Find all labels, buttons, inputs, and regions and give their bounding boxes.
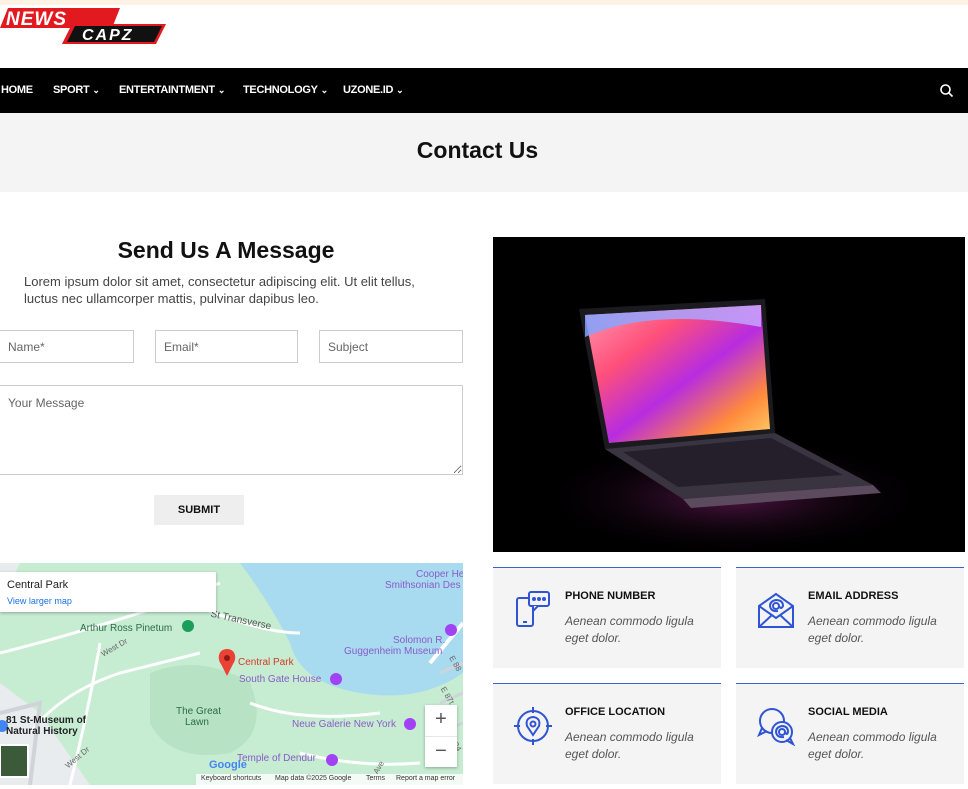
info-card-email: EMAIL ADDRESS Aenean commodo ligula eget…: [736, 567, 964, 668]
map-label: Temple of Dendur: [237, 753, 316, 764]
map-place-card: Central Park View larger map: [0, 572, 216, 612]
nav-label: HOME: [1, 84, 33, 96]
map-label: Cooper He: [416, 569, 463, 580]
email-envelope-icon: [756, 590, 796, 630]
email-field[interactable]: [155, 330, 298, 363]
card-text: Aenean commodo ligula eget dolor.: [565, 614, 694, 645]
map-label: Lawn: [185, 717, 209, 728]
nav-label: UZONE.ID: [343, 84, 394, 96]
page-title: Contact Us: [416, 137, 539, 163]
phone-chat-icon: [513, 590, 553, 630]
card-text: Aenean commodo ligula eget dolor.: [808, 730, 937, 761]
main-nav: HOME SPORT ⌄ ENTERTAINTMENT ⌄ TECHNOLOGY ⌄ …: [0, 68, 968, 113]
search-icon[interactable]: [938, 82, 956, 100]
map-data-text: Map data ©2025 Google: [275, 775, 352, 782]
nav-label: SPORT: [53, 84, 90, 96]
nav-item-technology[interactable]: TECHNOLOGY ⌄: [243, 68, 328, 113]
card-heading: EMAIL ADDRESS: [808, 590, 899, 602]
terms-link[interactable]: Terms: [366, 775, 385, 782]
nav-item-home[interactable]: HOME: [1, 68, 33, 113]
svg-text:NEWS: NEWS: [6, 9, 67, 30]
chevron-down-icon: ⌄: [320, 85, 329, 95]
form-title: Send Us A Message: [117, 237, 335, 263]
card-heading: PHONE NUMBER: [565, 590, 656, 602]
map-label: Smithsonian Des: [385, 580, 461, 591]
card-heading: OFFICE LOCATION: [565, 706, 666, 718]
card-text: Aenean commodo ligula eget dolor.: [808, 614, 937, 645]
laptop-photo: [493, 237, 965, 552]
map-label: Guggenheim Museum: [344, 646, 443, 657]
card-text: Aenean commodo ligula eget dolor.: [565, 730, 694, 761]
nav-item-uzone[interactable]: UZONE.ID ⌄: [343, 68, 404, 113]
message-field[interactable]: [0, 385, 463, 475]
svg-text:CAPZ: CAPZ: [82, 27, 134, 44]
map-label: South Gate House: [239, 674, 322, 685]
card-heading: SOCIAL MEDIA: [808, 706, 888, 718]
view-larger-map-link[interactable]: View larger map: [7, 596, 72, 606]
top-accent-line: [0, 0, 968, 5]
zoom-out-button[interactable]: −: [425, 737, 457, 768]
zoom-in-button[interactable]: +: [425, 705, 457, 737]
chevron-down-icon: ⌄: [217, 85, 226, 95]
map-place-title: Central Park: [7, 579, 69, 591]
nav-label: ENTERTAINTMENT: [119, 84, 215, 96]
chevron-down-icon: ⌄: [396, 85, 404, 95]
form-description: Lorem ipsum dolor sit amet, consectetur …: [24, 274, 415, 306]
chevron-down-icon: ⌄: [92, 85, 100, 95]
map-label: Arthur Ross Pinetum: [80, 623, 173, 634]
name-field[interactable]: [0, 330, 134, 363]
map-label: 81 St-Museum of: [6, 715, 87, 726]
nav-item-sport[interactable]: SPORT ⌄: [53, 68, 100, 113]
subject-field[interactable]: [319, 330, 463, 363]
submit-button[interactable]: SUBMIT: [154, 495, 244, 525]
map-zoom-control: + −: [425, 705, 457, 767]
map-label: The Great: [176, 706, 222, 717]
location-target-icon: [513, 706, 553, 746]
keyboard-shortcuts-link[interactable]: Keyboard shortcuts: [201, 775, 261, 782]
google-logo: Google: [209, 759, 247, 771]
site-logo[interactable]: NEWS CAPZ: [0, 6, 168, 46]
map-label: Natural History: [6, 726, 78, 737]
info-card-social: SOCIAL MEDIA Aenean commodo ligula eget …: [736, 683, 964, 784]
report-map-error-link[interactable]: Report a map error: [396, 775, 455, 782]
social-chat-icon: [756, 706, 796, 747]
map-label: Solomon R.: [393, 635, 446, 646]
info-card-location: OFFICE LOCATION Aenean commodo ligula eg…: [493, 683, 721, 784]
map-footer: Keyboard shortcuts Map data ©2025 Google…: [196, 774, 463, 785]
nav-item-entertainment[interactable]: ENTERTAINTMENT ⌄: [119, 68, 225, 113]
google-map[interactable]: Cooper He Smithsonian Des Arthur Ross Pi…: [0, 563, 463, 785]
map-label: Neue Galerie New York: [292, 719, 396, 730]
info-card-phone: PHONE NUMBER Aenean commodo ligula eget …: [493, 567, 721, 668]
nav-label: TECHNOLOGY: [243, 84, 318, 96]
map-label: Central Park: [238, 657, 294, 668]
